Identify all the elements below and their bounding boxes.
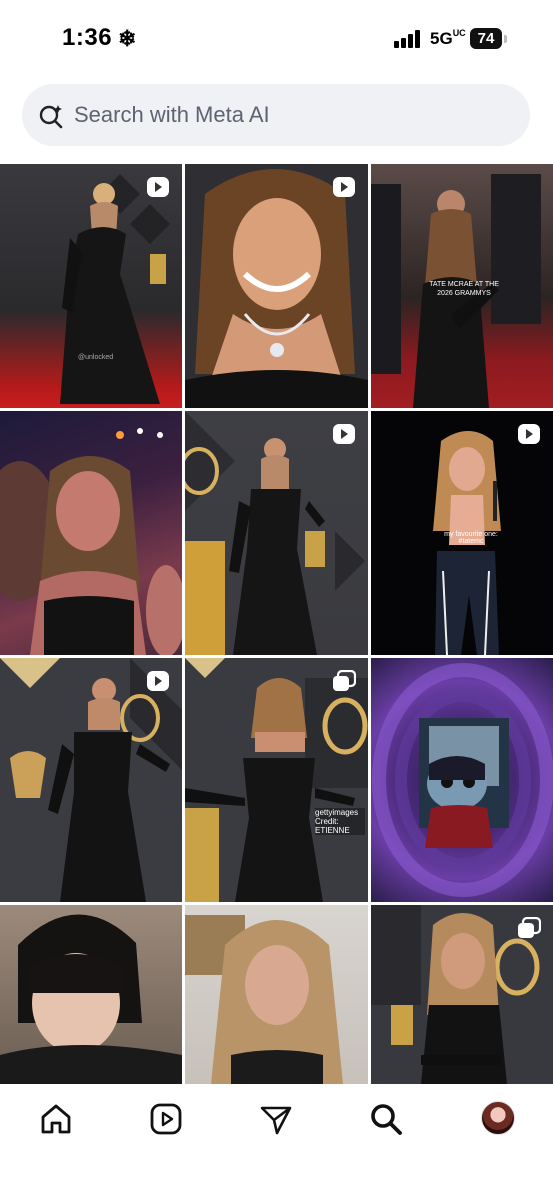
tile-caption: gettyimages Credit: ETIENNE <box>315 808 365 835</box>
signal-strength-icon <box>394 30 424 48</box>
reel-icon <box>147 671 169 691</box>
status-bar: 1:36 ❄ 5GUC 74 <box>0 0 553 80</box>
grid-tile-10[interactable] <box>0 905 182 1084</box>
grid-tile-3[interactable]: TATE MCRAE AT THE 2026 GRAMMYS <box>371 164 553 408</box>
carousel-icon <box>333 670 356 691</box>
grid-tile-7[interactable] <box>0 658 182 902</box>
tile-photo <box>185 169 368 408</box>
tile-photo <box>0 428 182 655</box>
reel-icon <box>333 177 355 197</box>
search-input[interactable]: Search with Meta AI <box>74 102 270 128</box>
meta-ai-search-icon <box>39 105 63 129</box>
grid-tile-5[interactable] <box>185 411 368 655</box>
grid-tile-1[interactable]: @unlocked <box>0 164 182 408</box>
search-bar[interactable]: Search with Meta AI <box>22 84 530 146</box>
tile-photo <box>0 658 182 902</box>
network-type: 5GUC <box>430 28 466 49</box>
grid-tile-4[interactable] <box>0 411 182 655</box>
bottom-navigation <box>0 1084 553 1200</box>
home-icon[interactable] <box>38 1101 74 1137</box>
grid-tile-12[interactable] <box>371 905 553 1084</box>
battery-level: 74 <box>470 28 502 49</box>
tile-photo <box>372 663 553 897</box>
battery-nub <box>504 35 507 43</box>
grid-tile-6[interactable]: my favourite one: #tatemc <box>371 411 553 655</box>
status-time: 1:36 <box>62 24 113 51</box>
tile-caption: @unlocked <box>78 354 114 361</box>
tile-photo <box>185 658 368 902</box>
tile-caption: my favourite one: #tatemc <box>444 531 498 545</box>
tile-photo <box>185 915 343 1084</box>
focus-mode-icon: ❄ <box>118 26 137 51</box>
grid-tile-8[interactable]: gettyimages Credit: ETIENNE <box>185 658 368 902</box>
tile-photo <box>60 174 170 404</box>
search-icon[interactable] <box>368 1101 404 1137</box>
network-label: 5G <box>430 29 453 48</box>
profile-avatar[interactable] <box>481 1101 515 1135</box>
carousel-icon <box>518 917 541 938</box>
tile-photo <box>0 914 182 1084</box>
reel-icon <box>518 424 540 444</box>
reels-icon[interactable] <box>148 1101 184 1137</box>
reel-icon <box>147 177 169 197</box>
network-suffix: UC <box>452 28 466 38</box>
tile-caption: TATE MCRAE AT THE 2026 GRAMMYS <box>429 281 499 297</box>
tile-photo <box>185 411 365 655</box>
grid-tile-11[interactable] <box>185 905 368 1084</box>
explore-grid: @unlocked TATE MCRAE AT THE 2026 GRAMMYS <box>0 164 553 1084</box>
grid-tile-9[interactable] <box>371 658 553 902</box>
reel-icon <box>333 424 355 444</box>
grid-tile-2[interactable] <box>185 164 368 408</box>
messages-icon[interactable] <box>258 1101 294 1137</box>
